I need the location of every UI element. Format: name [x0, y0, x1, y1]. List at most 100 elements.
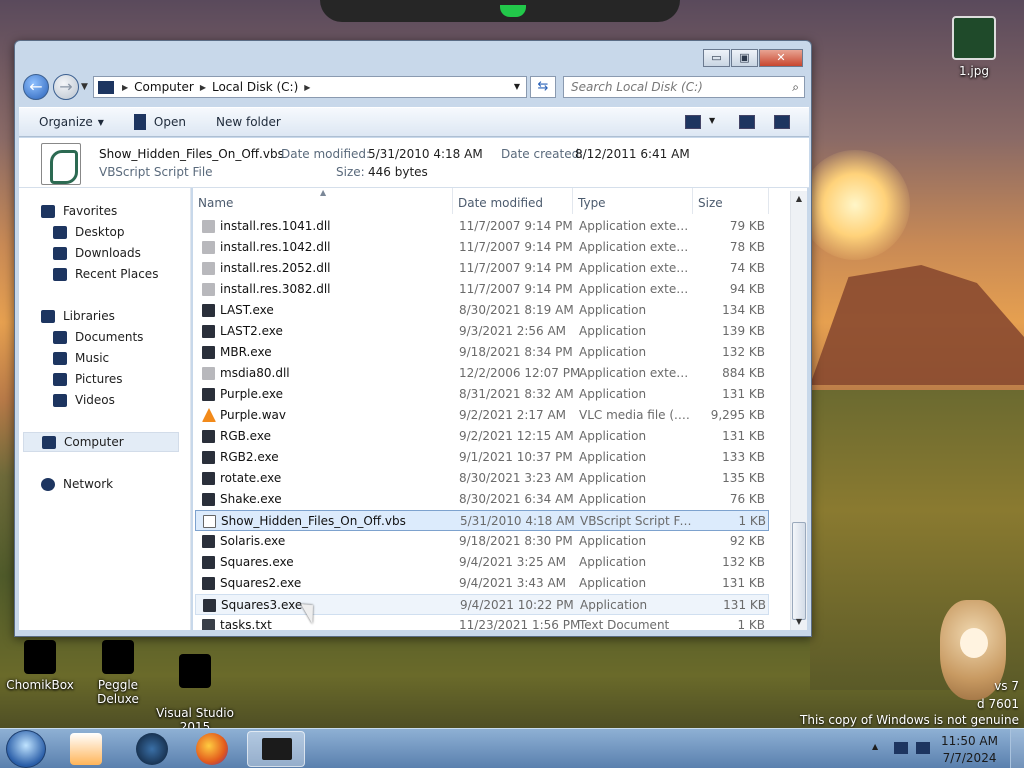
file-row[interactable]: install.res.3082.dll 11/7/2007 9:14 PM App…	[195, 279, 769, 300]
chevron-down-icon: ▼	[97, 117, 104, 127]
breadcrumb-separator-icon[interactable]: ▶	[122, 83, 128, 92]
file-date-modified: 9/4/2021 10:22 PM	[460, 598, 574, 612]
taskbar-firefox-icon[interactable]	[196, 733, 228, 765]
help-icon[interactable]	[774, 115, 790, 129]
file-row[interactable]: Purple.exe 8/31/2021 8:32 AM Application 13…	[195, 384, 769, 405]
desktop-icon-1jpg[interactable]: 1.jpg	[934, 16, 1014, 78]
breadcrumb-separator-icon[interactable]: ▶	[304, 83, 310, 92]
nav-desktop[interactable]: Desktop	[53, 225, 125, 239]
nav-label: Libraries	[63, 309, 115, 323]
file-row[interactable]: Squares3.exe 9/4/2021 10:22 PM Application…	[195, 594, 769, 615]
recent-pages-dropdown[interactable]: ▼	[81, 82, 88, 92]
breadcrumb-separator-icon[interactable]: ▶	[200, 83, 206, 92]
file-row[interactable]: Shake.exe 8/30/2021 6:34 AM Application 76 …	[195, 489, 769, 510]
file-row[interactable]: RGB2.exe 9/1/2021 10:37 PM Application 133 …	[195, 447, 769, 468]
show-hidden-icons-icon[interactable]: ▲	[872, 742, 878, 751]
search-input[interactable]: Search Local Disk (C:) ⌕	[563, 76, 805, 98]
file-size: 135 KB	[722, 471, 765, 485]
nav-favorites[interactable]: Favorites	[41, 204, 117, 218]
close-button[interactable]: ✕	[759, 49, 803, 67]
preview-pane-icon[interactable]	[739, 115, 755, 129]
nav-libraries[interactable]: Libraries	[41, 309, 115, 323]
nav-recent-places[interactable]: Recent Places	[53, 267, 158, 281]
column-header-size[interactable]: Size	[693, 188, 769, 214]
nav-computer[interactable]: Computer	[23, 432, 179, 452]
file-type: VLC media file (.w...	[579, 408, 691, 422]
forward-button[interactable]: →	[53, 74, 79, 100]
taskbar-media-player-icon[interactable]	[70, 733, 102, 765]
minimize-button[interactable]: ▭	[703, 49, 730, 67]
file-row[interactable]: Solaris.exe 9/18/2021 8:30 PM Application 9…	[195, 531, 769, 552]
nav-pictures[interactable]: Pictures	[53, 372, 123, 386]
nav-videos[interactable]: Videos	[53, 393, 115, 407]
file-row[interactable]: Squares.exe 9/4/2021 3:25 AM Application 13…	[195, 552, 769, 573]
details-size-label: Size:	[336, 165, 365, 179]
file-row[interactable]: MBR.exe 9/18/2021 8:34 PM Application 132 K…	[195, 342, 769, 363]
file-row[interactable]: tasks.txt 11/23/2021 1:56 PM Text Document…	[195, 615, 769, 630]
show-desktop-button[interactable]	[1010, 729, 1024, 768]
search-icon[interactable]: ⌕	[792, 77, 799, 97]
address-dropdown-icon[interactable]: ▼	[514, 82, 520, 91]
desktop-icon	[53, 225, 67, 239]
taskbar-browser-globe-icon[interactable]	[136, 733, 168, 765]
file-row[interactable]: RGB.exe 9/2/2021 12:15 AM Application 131 K…	[195, 426, 769, 447]
file-date-modified: 8/31/2021 8:32 AM	[459, 387, 574, 401]
file-row[interactable]: Show_Hidden_Files_On_Off.vbs 5/31/2010 4:…	[195, 510, 769, 531]
start-button[interactable]	[6, 730, 46, 768]
exe-file-icon	[202, 325, 215, 338]
file-type: Application	[579, 555, 647, 569]
file-row[interactable]: LAST2.exe 9/3/2021 2:56 AM Application 139 …	[195, 321, 769, 342]
file-row[interactable]: rotate.exe 8/30/2021 3:23 AM Application 13…	[195, 468, 769, 489]
nav-network[interactable]: Network	[41, 477, 113, 491]
file-row[interactable]: msdia80.dll 12/2/2006 12:07 PM Application…	[195, 363, 769, 384]
file-size: 132 KB	[722, 555, 765, 569]
tray-display-icon[interactable]	[894, 742, 908, 754]
taskbar-active-window[interactable]	[247, 731, 305, 767]
dll-file-icon	[202, 367, 215, 380]
file-row[interactable]: install.res.2052.dll 11/7/2007 9:14 PM App…	[195, 258, 769, 279]
scrollbar-thumb[interactable]	[792, 522, 806, 620]
taskbar-window-icon	[262, 738, 292, 760]
exe-file-icon	[202, 493, 215, 506]
exe-file-icon	[202, 451, 215, 464]
refresh-icon: ⇆	[537, 79, 549, 94]
network-icon	[41, 477, 55, 491]
breadcrumb-computer[interactable]: Computer	[134, 80, 194, 94]
forward-arrow-icon: →	[59, 77, 73, 96]
view-options-chevron-icon[interactable]: ▼	[709, 116, 715, 125]
back-button[interactable]: ←	[23, 74, 49, 100]
file-row[interactable]: LAST.exe 8/30/2021 8:19 AM Application 134 …	[195, 300, 769, 321]
change-view-icon[interactable]	[685, 115, 701, 129]
file-row[interactable]: Squares2.exe 9/4/2021 3:43 AM Application 1…	[195, 573, 769, 594]
file-name: msdia80.dll	[220, 366, 290, 380]
column-header-date[interactable]: Date modified	[453, 188, 573, 214]
organize-button[interactable]: Organize ▼	[39, 115, 104, 129]
file-row[interactable]: Purple.wav 9/2/2021 2:17 AM VLC media file…	[195, 405, 769, 426]
file-date-modified: 11/7/2007 9:14 PM	[459, 240, 573, 254]
exe-file-icon	[202, 304, 215, 317]
scroll-up-icon[interactable]: ▲	[791, 191, 807, 207]
open-button[interactable]: Open	[133, 114, 186, 130]
desktop-icon-peggle[interactable]: Peggle Deluxe	[78, 640, 158, 706]
nav-label: Computer	[64, 435, 124, 449]
scroll-down-icon[interactable]: ▼	[791, 614, 807, 630]
downloads-icon	[53, 246, 67, 260]
tray-volume-icon[interactable]	[916, 742, 930, 754]
file-date-modified: 9/2/2021 2:17 AM	[459, 408, 567, 422]
file-row[interactable]: install.res.1042.dll 11/7/2007 9:14 PM App…	[195, 237, 769, 258]
maximize-button[interactable]: ▣	[731, 49, 758, 67]
column-header-type[interactable]: Type	[573, 188, 693, 214]
taskbar-clock[interactable]: 11:50 AM 7/7/2024	[941, 733, 998, 767]
new-folder-button[interactable]: New folder	[216, 115, 281, 129]
file-row[interactable]: install.res.1041.dll 11/7/2007 9:14 PM App…	[195, 216, 769, 237]
details-filetype: VBScript Script File	[99, 165, 213, 179]
nav-documents[interactable]: Documents	[53, 330, 143, 344]
refresh-button[interactable]: ⇆	[530, 76, 556, 98]
address-bar[interactable]: ▶ Computer ▶ Local Disk (C:) ▶ ▼	[93, 76, 527, 98]
nav-downloads[interactable]: Downloads	[53, 246, 141, 260]
file-list-scrollbar[interactable]: ▲ ▼	[790, 191, 807, 630]
breadcrumb-local-disk[interactable]: Local Disk (C:)	[212, 80, 298, 94]
nav-music[interactable]: Music	[53, 351, 109, 365]
desktop-icon-chomikbox[interactable]: ChomikBox	[0, 640, 80, 692]
file-date-modified: 9/1/2021 10:37 PM	[459, 450, 573, 464]
